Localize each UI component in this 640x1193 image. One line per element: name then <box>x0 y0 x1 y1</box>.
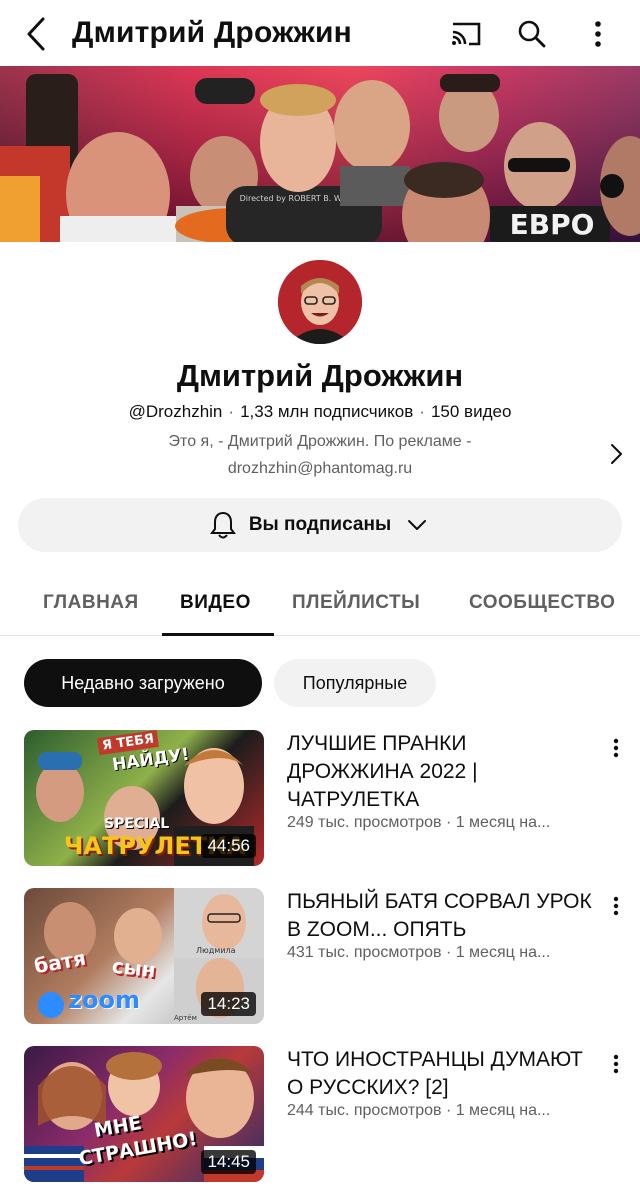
page-title: Дмитрий Дрожжин <box>72 16 352 49</box>
thumb-caption: SPECIAL <box>104 816 170 832</box>
search-icon[interactable] <box>512 14 552 54</box>
description-line: Это я, - Дмитрий Дрожжин. По рекламе - <box>168 433 472 450</box>
chevron-right-icon[interactable] <box>604 440 628 468</box>
tab-playlists[interactable]: ПЛЕЙЛИСТЫ <box>292 592 420 614</box>
chevron-down-icon <box>403 510 431 540</box>
video-title[interactable]: ПЬЯНЫЙ БАТЯ СОРВАЛ УРОК В ZOOM... ОПЯТЬ <box>287 888 597 944</box>
back-icon[interactable] <box>18 14 54 54</box>
video-item[interactable]: батя сын zoom Людмила Артём 14:23 ПЬЯНЫЙ… <box>0 888 640 1028</box>
video-count: 150 видео <box>430 402 512 421</box>
video-title[interactable]: ЛУЧШИЕ ПРАНКИ ДРОЖЖИНА 2022 | ЧАТРУЛЕТКА <box>287 730 597 814</box>
video-meta: 249 тыс. просмотров · 1 месяц на... <box>287 814 551 831</box>
subscribe-button[interactable]: Вы подписаны <box>18 498 622 552</box>
video-duration: 14:45 <box>201 1150 256 1174</box>
zoom-logo-icon <box>38 992 64 1018</box>
description-email: drozhzhin@phantomag.ru <box>227 460 413 477</box>
video-item[interactable]: МНЕ СТРАШНО! 14:45 ЧТО ИНОСТРАНЦЫ ДУМАЮТ… <box>0 1046 640 1186</box>
banner-logo-text: ЕВРО <box>510 208 595 241</box>
tab-community[interactable]: СООБЩЕСТВО <box>469 592 615 614</box>
more-vert-icon[interactable] <box>604 732 628 764</box>
thumb-caption: zoom <box>68 986 140 1014</box>
tab-home[interactable]: ГЛАВНАЯ <box>43 592 139 614</box>
bell-icon <box>209 510 237 540</box>
channel-handle: @Drozhzhin <box>128 402 223 421</box>
channel-name: Дмитрий Дрожжин <box>176 358 464 393</box>
channel-avatar[interactable] <box>278 260 362 344</box>
more-vert-icon[interactable] <box>578 14 618 54</box>
video-meta: 244 тыс. просмотров · 1 месяц на... <box>287 1102 551 1119</box>
video-item[interactable]: Я ТЕБЯ НАЙДУ! SPECIAL ЧАТРУЛЕТКА 44:56 Л… <box>0 730 640 870</box>
thumb-caption: сын <box>110 953 157 983</box>
video-meta: 431 тыс. просмотров · 1 месяц на... <box>287 944 551 961</box>
video-duration: 44:56 <box>201 834 256 858</box>
chip-popular[interactable]: Популярные <box>274 659 436 707</box>
thumb-caption: Людмила <box>196 946 236 955</box>
more-vert-icon[interactable] <box>604 890 628 922</box>
subscribe-label: Вы подписаны <box>248 514 392 535</box>
video-duration: 14:23 <box>201 992 256 1016</box>
thumb-caption: Артём <box>174 1014 197 1022</box>
channel-meta: @Drozhzhin · 1,33 млн подписчиков · 150 виде… <box>128 402 512 421</box>
channel-tabs: ГЛАВНАЯ ВИДЕО ПЛЕЙЛИСТЫ СООБЩЕСТВО <box>0 574 640 636</box>
video-thumbnail[interactable]: МНЕ СТРАШНО! 14:45 <box>24 1046 264 1182</box>
chip-recent[interactable]: Недавно загружено <box>24 659 262 707</box>
tab-videos[interactable]: ВИДЕО <box>180 592 251 614</box>
active-tab-indicator <box>162 633 274 636</box>
subscriber-count: 1,33 млн подписчиков <box>240 402 414 421</box>
more-vert-icon[interactable] <box>604 1048 628 1080</box>
video-title[interactable]: ЧТО ИНОСТРАНЦЫ ДУМАЮТ О РУССКИХ? [2] <box>287 1046 597 1102</box>
channel-banner: Directed by ROBERT B. WEIDE ЕВРО <box>0 66 640 242</box>
cast-icon[interactable] <box>446 14 486 54</box>
channel-description[interactable]: Это я, - Дмитрий Дрожжин. По рекламе - d… <box>90 428 550 482</box>
video-thumbnail[interactable]: батя сын zoom Людмила Артём 14:23 <box>24 888 264 1024</box>
app-bar: Дмитрий Дрожжин <box>0 0 640 66</box>
video-thumbnail[interactable]: Я ТЕБЯ НАЙДУ! SPECIAL ЧАТРУЛЕТКА 44:56 <box>24 730 264 866</box>
